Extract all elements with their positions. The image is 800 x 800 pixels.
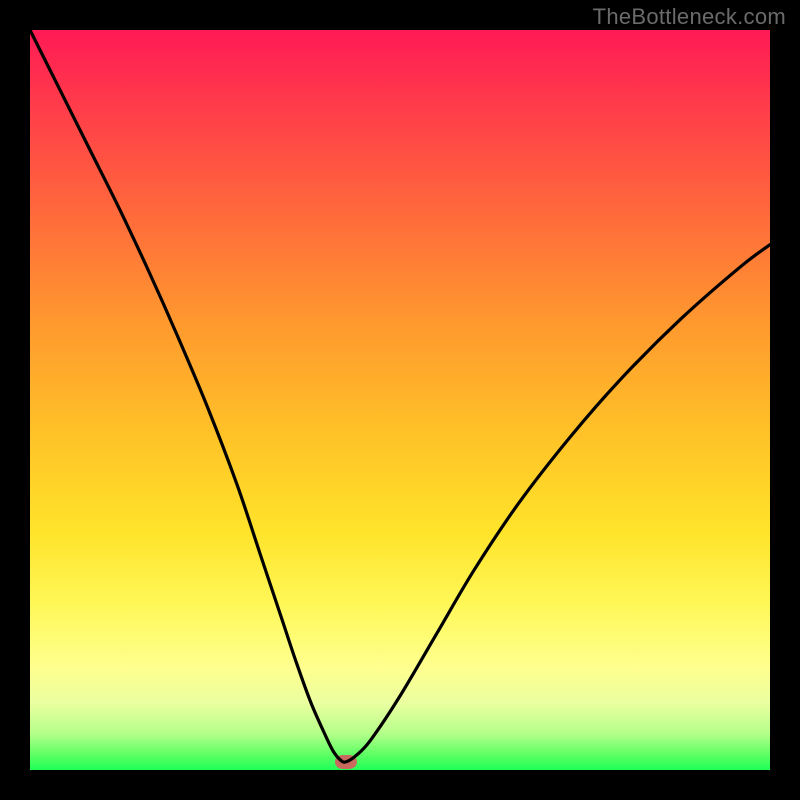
watermark-label: TheBottleneck.com (593, 4, 786, 30)
bottleneck-curve-svg (30, 30, 770, 770)
chart-frame: TheBottleneck.com (0, 0, 800, 800)
bottleneck-curve-path (30, 30, 770, 762)
